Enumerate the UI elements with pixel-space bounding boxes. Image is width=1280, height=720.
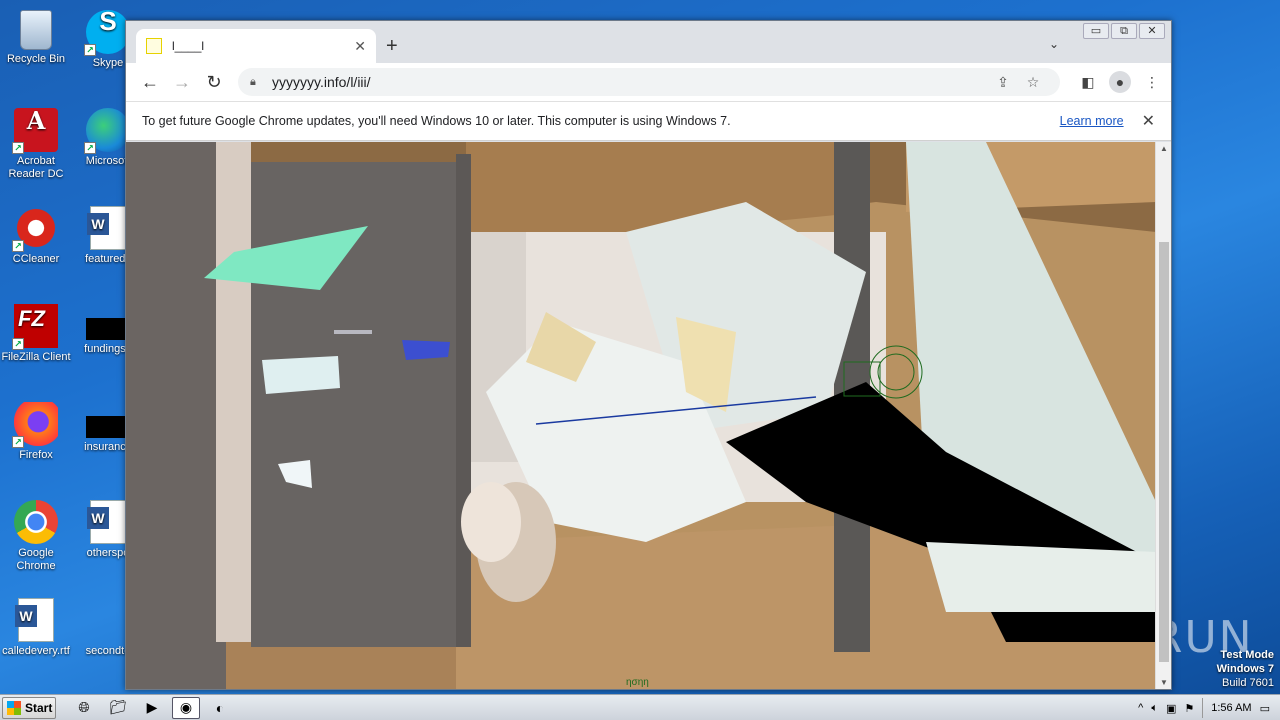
infobar-close-icon[interactable]: ✕ xyxy=(1142,111,1155,131)
reload-button[interactable]: ↻ xyxy=(198,72,230,93)
scroll-down-arrow-icon[interactable]: ▼ xyxy=(1156,678,1172,687)
blank-file-icon xyxy=(86,598,130,642)
word-document-icon xyxy=(15,598,54,642)
black-file-icon xyxy=(86,416,130,438)
file-explorer-taskbar-icon[interactable]: 📁︎ xyxy=(104,697,132,719)
edge-logo-icon: ↗ xyxy=(84,108,130,154)
rtf-file-icon[interactable]: calledevery.rtf xyxy=(0,592,72,672)
start-label: Start xyxy=(25,700,53,715)
window-caption-buttons: ▭ ⧉ ✕ xyxy=(1083,23,1165,39)
word-document-icon xyxy=(87,206,126,250)
windows-version-line: Windows 7 xyxy=(1216,663,1274,675)
bookmark-star-icon[interactable]: ☆ xyxy=(1018,74,1048,91)
tray-chevron-icon[interactable]: ^ xyxy=(1138,702,1143,714)
restore-button[interactable]: ⧉ xyxy=(1111,23,1137,39)
new-tab-button[interactable]: + xyxy=(386,35,398,58)
address-bar[interactable]: 🔒︎ yyyyyyy.info/l/iii/ ⇪ ☆ xyxy=(238,68,1060,96)
test-mode-line: Test Mode xyxy=(1220,649,1274,661)
tab-title: l____l xyxy=(172,39,205,53)
toolbar-right: ◧ ● ⋮ xyxy=(1077,71,1163,93)
scroll-thumb[interactable] xyxy=(1159,242,1169,662)
update-infobar: To get future Google Chrome updates, you… xyxy=(126,101,1171,141)
firefox-icon[interactable]: ↗ Firefox xyxy=(0,396,72,476)
start-button[interactable]: Start xyxy=(2,696,56,719)
network-icon[interactable]: ▣ xyxy=(1166,702,1176,715)
word-document-icon xyxy=(87,500,126,544)
volume-icon[interactable]: 🔈︎ xyxy=(1151,702,1158,715)
windows-flag-icon xyxy=(7,700,21,715)
back-button[interactable]: ← xyxy=(134,72,166,93)
chrome-window: ▭ ⧉ ✕ l____l ✕ + ⌄ ← → ↻ 🔒︎ yyyyyyy.info… xyxy=(125,20,1172,690)
desktop-icon-label: FileZilla Client xyxy=(1,351,71,363)
recycle-bin-icon[interactable]: Recycle Bin xyxy=(0,4,72,84)
menu-kebab-icon[interactable]: ⋮ xyxy=(1141,71,1163,93)
forward-button[interactable]: → xyxy=(166,72,198,93)
filezilla-icon[interactable]: ↗ FileZilla Client xyxy=(0,298,72,378)
pdf-icon: ↗ xyxy=(12,108,58,154)
minimize-button[interactable]: ▭ xyxy=(1083,23,1109,39)
chrome-logo-icon xyxy=(14,500,58,544)
page-favicon-icon xyxy=(146,38,162,54)
recycle-bin-icon-image xyxy=(20,10,52,50)
webgl-scene[interactable]: ησηη xyxy=(126,142,1156,689)
profile-avatar-icon[interactable]: ● xyxy=(1109,71,1131,93)
ccleaner-icon[interactable]: ↗ CCleaner xyxy=(0,200,72,280)
close-window-button[interactable]: ✕ xyxy=(1139,23,1165,39)
tray-separator xyxy=(1202,698,1204,718)
ccleaner-logo-icon: ↗ xyxy=(12,206,58,252)
google-chrome-icon[interactable]: Google Chrome xyxy=(0,494,72,574)
edge-taskbar-icon[interactable]: ◐ xyxy=(206,697,234,719)
desktop-icon-label: Firefox xyxy=(19,449,53,461)
desktop-icon-label: Google Chrome xyxy=(16,547,56,572)
skype-logo-icon: ↗ xyxy=(84,10,130,56)
browser-tab[interactable]: l____l ✕ xyxy=(136,29,376,63)
action-center-flag-icon[interactable]: ⚑ xyxy=(1184,702,1194,715)
learn-more-link[interactable]: Learn more xyxy=(1060,114,1124,128)
url-text[interactable]: yyyyyyy.info/l/iii/ xyxy=(272,74,988,90)
internet-explorer-taskbar-icon[interactable]: 🌐︎ xyxy=(70,697,98,719)
taskbar: Start 🌐︎ 📁︎ ▶ ◉ ◐ ^ 🔈︎ ▣ ⚑ 1:56 AM ▭ xyxy=(0,694,1280,720)
3d-scene-canvas[interactable] xyxy=(126,142,1156,689)
show-desktop-icon[interactable]: ▭ xyxy=(1260,702,1270,715)
browser-toolbar: ← → ↻ 🔒︎ yyyyyyy.info/l/iii/ ⇪ ☆ ◧ ● ⋮ xyxy=(126,63,1171,101)
chrome-taskbar-icon[interactable]: ◉ xyxy=(172,696,200,719)
infobar-message: To get future Google Chrome updates, you… xyxy=(142,114,731,128)
filezilla-logo-icon: ↗ xyxy=(12,304,58,350)
firefox-logo-icon: ↗ xyxy=(12,402,58,448)
build-line: Build 7601 xyxy=(1222,677,1274,689)
test-mode-notice: Test Mode Windows 7 Build 7601 xyxy=(1217,648,1274,690)
desktop-icon-label: Recycle Bin xyxy=(6,53,66,65)
desktop-icon-label: calledevery.rtf xyxy=(2,645,70,657)
desktop-icon-label: Acrobat Reader DC xyxy=(8,155,64,180)
share-icon[interactable]: ⇪ xyxy=(988,74,1018,91)
tab-search-chevron-icon[interactable]: ⌄ xyxy=(1049,37,1059,51)
desktop-icon-label: CCleaner xyxy=(12,253,60,265)
scene-caption: ησηη xyxy=(626,677,649,688)
acrobat-reader-icon[interactable]: ↗ Acrobat Reader DC xyxy=(0,102,72,182)
tab-close-icon[interactable]: ✕ xyxy=(354,38,366,55)
scroll-up-arrow-icon[interactable]: ▲ xyxy=(1156,144,1172,153)
side-panel-icon[interactable]: ◧ xyxy=(1077,71,1099,93)
black-file-icon xyxy=(86,318,130,340)
vertical-scrollbar[interactable]: ▲ ▼ xyxy=(1155,142,1171,689)
clock[interactable]: 1:56 AM xyxy=(1211,702,1251,714)
media-player-taskbar-icon[interactable]: ▶ xyxy=(138,697,166,719)
system-tray: ^ 🔈︎ ▣ ⚑ 1:56 AM ▭ xyxy=(1138,695,1280,720)
lock-icon[interactable]: 🔒︎ xyxy=(250,76,264,89)
